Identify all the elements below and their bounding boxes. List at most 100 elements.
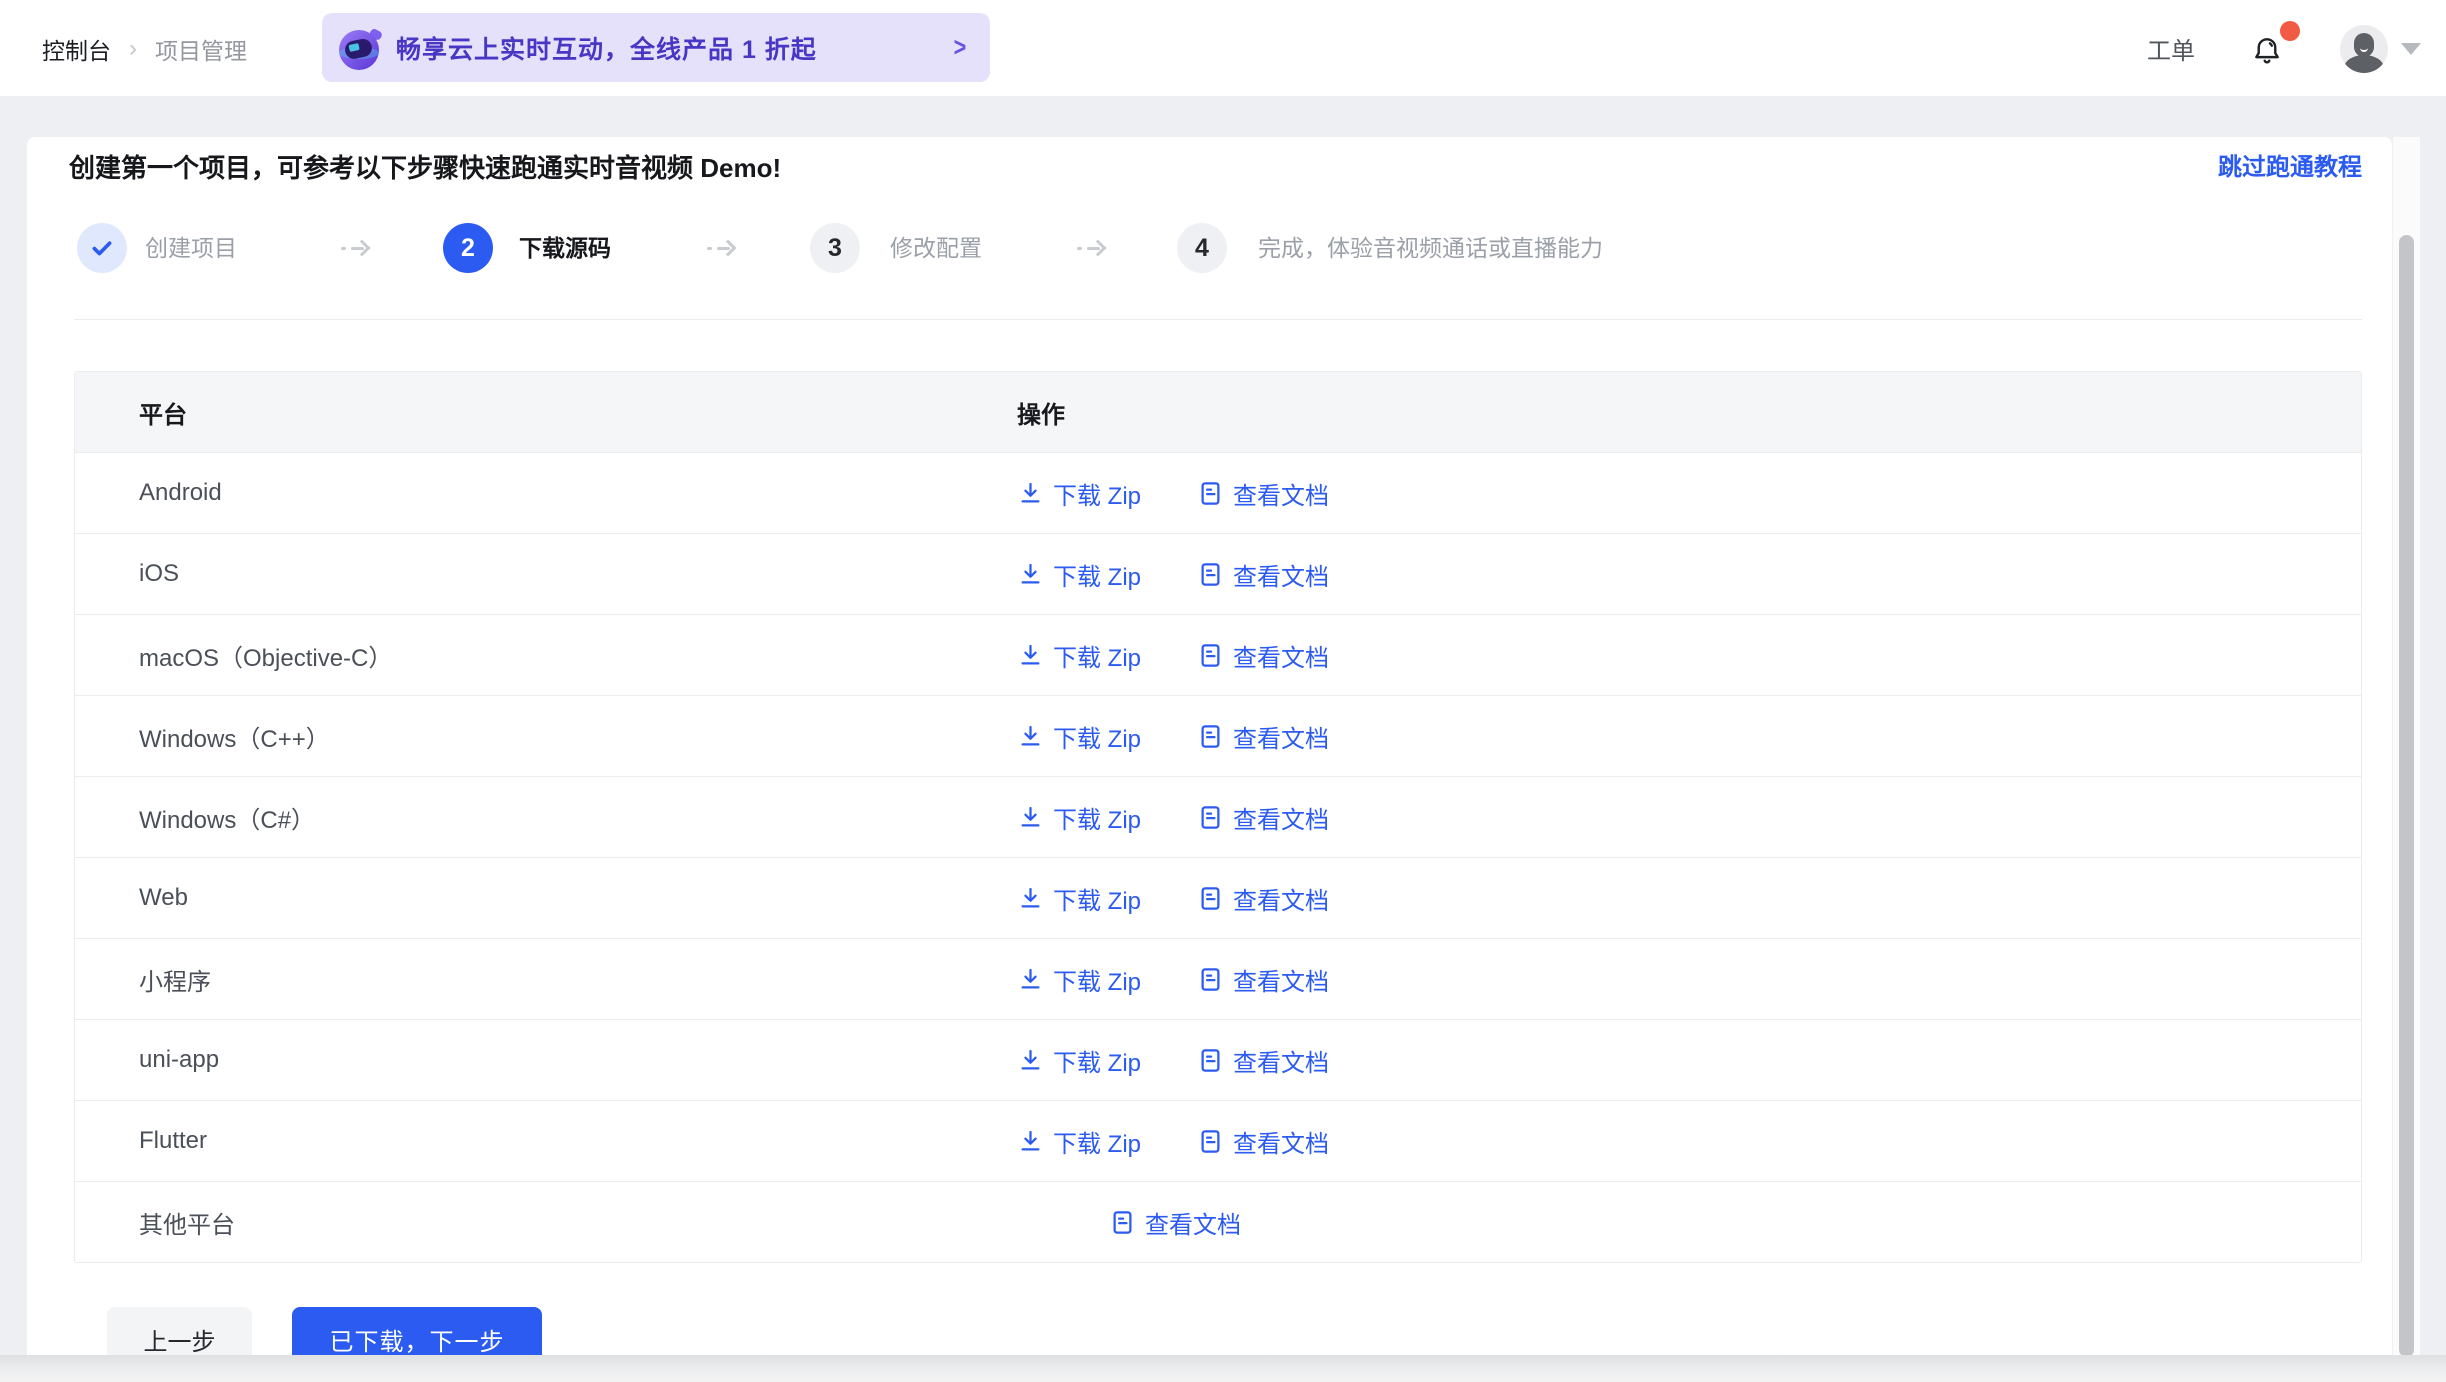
bell-icon xyxy=(2250,35,2284,67)
view-docs-link[interactable]: 查看文档 xyxy=(1197,962,1329,997)
table-row: Android 下载 Zip 查看文档 xyxy=(75,452,2361,533)
view-docs-label: 查看文档 xyxy=(1233,881,1329,916)
notification-unread-dot xyxy=(2280,21,2300,41)
document-icon xyxy=(1197,1128,1224,1155)
view-docs-link[interactable]: 查看文档 xyxy=(1197,881,1329,916)
document-icon xyxy=(1197,1047,1224,1074)
card-header: 创建第一个项目，可参考以下步骤快速跑通实时音视频 Demo! 跳过跑通教程 xyxy=(69,149,2362,187)
avatar-person-icon xyxy=(2354,33,2374,57)
download-zip-label: 下载 Zip xyxy=(1053,1124,1141,1159)
step-arrow-icon xyxy=(341,223,368,273)
step-2-label: 下载源码 xyxy=(519,223,611,273)
view-docs-label: 查看文档 xyxy=(1233,476,1329,511)
platform-name: macOS（Objective-C） xyxy=(75,638,1017,673)
download-zip-label: 下载 Zip xyxy=(1053,476,1141,511)
view-docs-link[interactable]: 查看文档 xyxy=(1109,1205,1241,1240)
step-1-circle xyxy=(77,223,127,273)
step-2-circle: 2 xyxy=(443,223,493,273)
download-icon xyxy=(1017,1047,1044,1074)
robot-mascot-icon xyxy=(334,22,386,74)
breadcrumb-current-page: 项目管理 xyxy=(155,32,247,66)
platform-name: Windows（C++） xyxy=(75,719,1017,754)
view-docs-link[interactable]: 查看文档 xyxy=(1197,800,1329,835)
download-icon xyxy=(1017,966,1044,993)
download-icon xyxy=(1017,885,1044,912)
view-docs-label: 查看文档 xyxy=(1233,962,1329,997)
platform-name: uni-app xyxy=(75,1046,1017,1074)
navbar-right: 工单 xyxy=(2147,0,2421,97)
view-docs-label: 查看文档 xyxy=(1233,1124,1329,1159)
onboarding-card: 创建第一个项目，可参考以下步骤快速跑通实时音视频 Demo! 跳过跑通教程 创建… xyxy=(27,137,2392,1382)
download-zip-label: 下载 Zip xyxy=(1053,1043,1141,1078)
view-docs-label: 查看文档 xyxy=(1233,1043,1329,1078)
platform-name: iOS xyxy=(75,560,1017,588)
promo-banner[interactable]: 畅享云上实时互动，全线产品 1 折起 > xyxy=(322,13,990,82)
platform-table: 平台 操作 Android 下载 Zip 查看文档 iOS xyxy=(74,371,2362,1263)
view-docs-link[interactable]: 查看文档 xyxy=(1197,1043,1329,1078)
breadcrumb-console[interactable]: 控制台 xyxy=(42,32,111,66)
download-zip-link[interactable]: 下载 Zip xyxy=(1017,557,1141,592)
platform-name: 其他平台 xyxy=(75,1205,1017,1240)
column-header-actions: 操作 xyxy=(1017,395,2361,430)
view-docs-link[interactable]: 查看文档 xyxy=(1197,719,1329,754)
top-navbar: 控制台 › 项目管理 畅享云上实时互动，全 xyxy=(0,0,2446,97)
vertical-scrollbar[interactable] xyxy=(2392,137,2420,1382)
avatar-caret-icon[interactable] xyxy=(2401,43,2421,55)
download-zip-label: 下载 Zip xyxy=(1053,557,1141,592)
document-icon xyxy=(1197,723,1224,750)
user-avatar[interactable] xyxy=(2340,25,2388,73)
download-zip-label: 下载 Zip xyxy=(1053,719,1141,754)
table-row: iOS 下载 Zip 查看文档 xyxy=(75,533,2361,614)
view-docs-link[interactable]: 查看文档 xyxy=(1197,638,1329,673)
skip-tutorial-link[interactable]: 跳过跑通教程 xyxy=(2218,149,2362,187)
breadcrumb-separator-icon: › xyxy=(129,35,137,63)
download-zip-label: 下载 Zip xyxy=(1053,638,1141,673)
view-docs-link[interactable]: 查看文档 xyxy=(1197,557,1329,592)
view-docs-label: 查看文档 xyxy=(1233,638,1329,673)
document-icon xyxy=(1197,561,1224,588)
step-3-circle: 3 xyxy=(810,223,860,273)
download-zip-label: 下载 Zip xyxy=(1053,962,1141,997)
download-icon xyxy=(1017,480,1044,507)
platform-name: Android xyxy=(75,479,1017,507)
step-1-label: 创建项目 xyxy=(145,223,237,273)
download-zip-label: 下载 Zip xyxy=(1053,881,1141,916)
download-zip-link[interactable]: 下载 Zip xyxy=(1017,476,1141,511)
view-docs-label: 查看文档 xyxy=(1145,1205,1241,1240)
document-icon xyxy=(1197,642,1224,669)
document-icon xyxy=(1197,804,1224,831)
notification-bell-button[interactable] xyxy=(2250,31,2284,67)
view-docs-label: 查看文档 xyxy=(1233,557,1329,592)
document-icon xyxy=(1197,966,1224,993)
promo-text: 畅享云上实时互动，全线产品 1 折起 xyxy=(396,30,817,66)
platform-name: Web xyxy=(75,884,1017,912)
view-docs-link[interactable]: 查看文档 xyxy=(1197,1124,1329,1159)
download-zip-link[interactable]: 下载 Zip xyxy=(1017,1043,1141,1078)
download-zip-link[interactable]: 下载 Zip xyxy=(1017,719,1141,754)
table-row: Web 下载 Zip 查看文档 xyxy=(75,857,2361,938)
download-zip-link[interactable]: 下载 Zip xyxy=(1017,962,1141,997)
platform-name: 小程序 xyxy=(75,962,1017,997)
download-zip-label: 下载 Zip xyxy=(1053,800,1141,835)
download-zip-link[interactable]: 下载 Zip xyxy=(1017,1124,1141,1159)
table-row: 小程序 下载 Zip 查看文档 xyxy=(75,938,2361,1019)
bottom-window-edge xyxy=(0,1355,2446,1382)
document-icon xyxy=(1197,885,1224,912)
column-header-platform: 平台 xyxy=(75,395,1017,430)
view-docs-label: 查看文档 xyxy=(1233,800,1329,835)
download-zip-link[interactable]: 下载 Zip xyxy=(1017,638,1141,673)
download-zip-link[interactable]: 下载 Zip xyxy=(1017,800,1141,835)
platform-table-body: Android 下载 Zip 查看文档 iOS 下载 Z xyxy=(75,452,2361,1262)
document-icon xyxy=(1197,480,1224,507)
ticket-link[interactable]: 工单 xyxy=(2147,31,2195,66)
table-row: 其他平台 查看文档 xyxy=(75,1181,2361,1262)
table-header-row: 平台 操作 xyxy=(75,372,2361,452)
page-title: 创建第一个项目，可参考以下步骤快速跑通实时音视频 Demo! xyxy=(69,149,781,187)
view-docs-link[interactable]: 查看文档 xyxy=(1197,476,1329,511)
view-docs-label: 查看文档 xyxy=(1233,719,1329,754)
check-icon xyxy=(89,235,115,261)
breadcrumb: 控制台 › 项目管理 xyxy=(42,0,247,97)
download-zip-link[interactable]: 下载 Zip xyxy=(1017,881,1141,916)
scrollbar-thumb[interactable] xyxy=(2399,235,2414,1357)
stepper-divider xyxy=(74,319,2362,320)
